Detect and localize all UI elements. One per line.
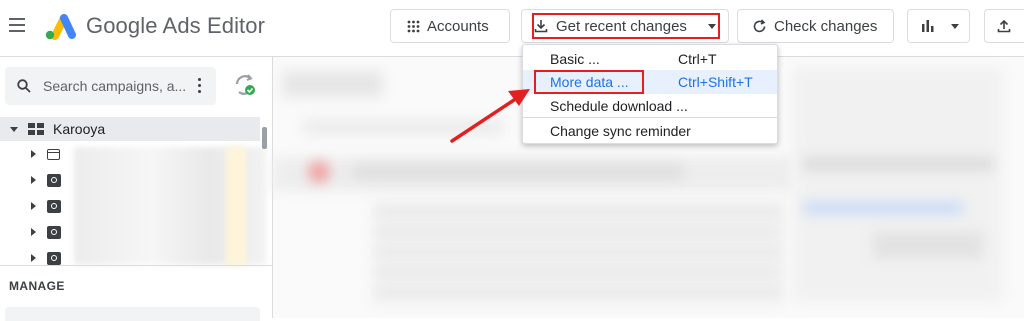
annotation-arrow-icon [450,89,530,143]
search-campaign-icon [47,173,61,187]
campaign-icon [47,148,60,160]
menu-item-shortcut: Ctrl+T [678,51,717,67]
chevron-right-icon[interactable] [31,150,36,158]
campaign-row[interactable] [31,246,61,270]
menu-item-shortcut: Ctrl+Shift+T [678,74,753,90]
campaign-row[interactable] [31,142,60,166]
search-input[interactable]: Search campaigns, a... [43,78,186,94]
check-changes-button[interactable]: Check changes [737,9,894,43]
chevron-right-icon[interactable] [31,202,36,210]
chevron-right-icon[interactable] [31,228,36,236]
menu-icon[interactable] [9,18,25,32]
blurred-text [803,157,993,171]
menu-item-change-sync-reminder[interactable]: Change sync reminder [523,119,777,143]
grid-icon [407,20,420,32]
search-campaign-icon [47,225,61,239]
divider [0,265,272,266]
search-campaign-icon [47,199,61,213]
blurred-icon [308,161,330,183]
menu-divider [523,117,777,118]
chevron-down-icon[interactable] [10,126,18,132]
search-icon [17,79,31,93]
campaign-row[interactable] [31,220,61,244]
blurred-table [373,197,783,307]
sync-check-icon[interactable] [233,73,257,97]
highlight-box [532,13,720,39]
accounts-label: Accounts [427,17,489,35]
get-recent-changes-menu: Basic ... Ctrl+T More data ... Ctrl+Shif… [522,44,778,144]
top-bar: Google Ads Editor Accounts Get recent ch… [0,0,1024,57]
post-button[interactable] [984,9,1024,43]
blurred-button [873,232,983,258]
menu-item-label: Basic ... [550,51,600,67]
menu-item-schedule-download[interactable]: Schedule download ... [523,94,777,118]
more-vert-icon[interactable] [198,78,202,96]
bar-chart-icon [922,20,934,32]
menu-item-label: More data ... [550,74,629,90]
chevron-right-icon[interactable] [31,176,36,184]
manage-heading: MANAGE [9,279,65,293]
menu-item-label: Schedule download ... [550,98,688,114]
search-box[interactable]: Search campaigns, a... [5,67,216,105]
check-changes-label: Check changes [774,17,878,35]
blurred-header [283,71,383,97]
refresh-icon [753,18,766,32]
blurred-star-column [226,147,246,265]
blurred-link [803,202,963,214]
campaign-row[interactable] [31,168,61,192]
account-row[interactable]: Karooya [10,117,105,141]
blurred-text [353,165,683,179]
accounts-button[interactable]: Accounts [390,9,510,43]
menu-item-basic[interactable]: Basic ... Ctrl+T [523,47,777,71]
menu-item-label: Change sync reminder [550,123,691,139]
account-name: Karooya [53,121,106,137]
chevron-down-icon [708,24,716,29]
get-recent-changes-button[interactable]: Get recent changes [521,9,729,43]
chevron-right-icon[interactable] [31,254,36,262]
blurred-side-panel [793,67,1003,302]
sidebar: Search campaigns, a... Karooya MANAGE [0,57,273,321]
statistics-button[interactable] [907,9,970,43]
menu-item-more-data[interactable]: More data ... Ctrl+Shift+T [523,70,777,94]
campaign-row[interactable] [31,194,61,218]
search-campaign-icon [47,251,61,265]
chevron-down-icon [951,24,959,29]
upload-icon [997,19,1011,33]
tree-scrollbar[interactable] [262,127,267,149]
account-icon [28,123,44,135]
manage-list-item[interactable] [5,307,260,321]
google-ads-logo [45,14,76,40]
app-title: Google Ads Editor [86,13,266,38]
